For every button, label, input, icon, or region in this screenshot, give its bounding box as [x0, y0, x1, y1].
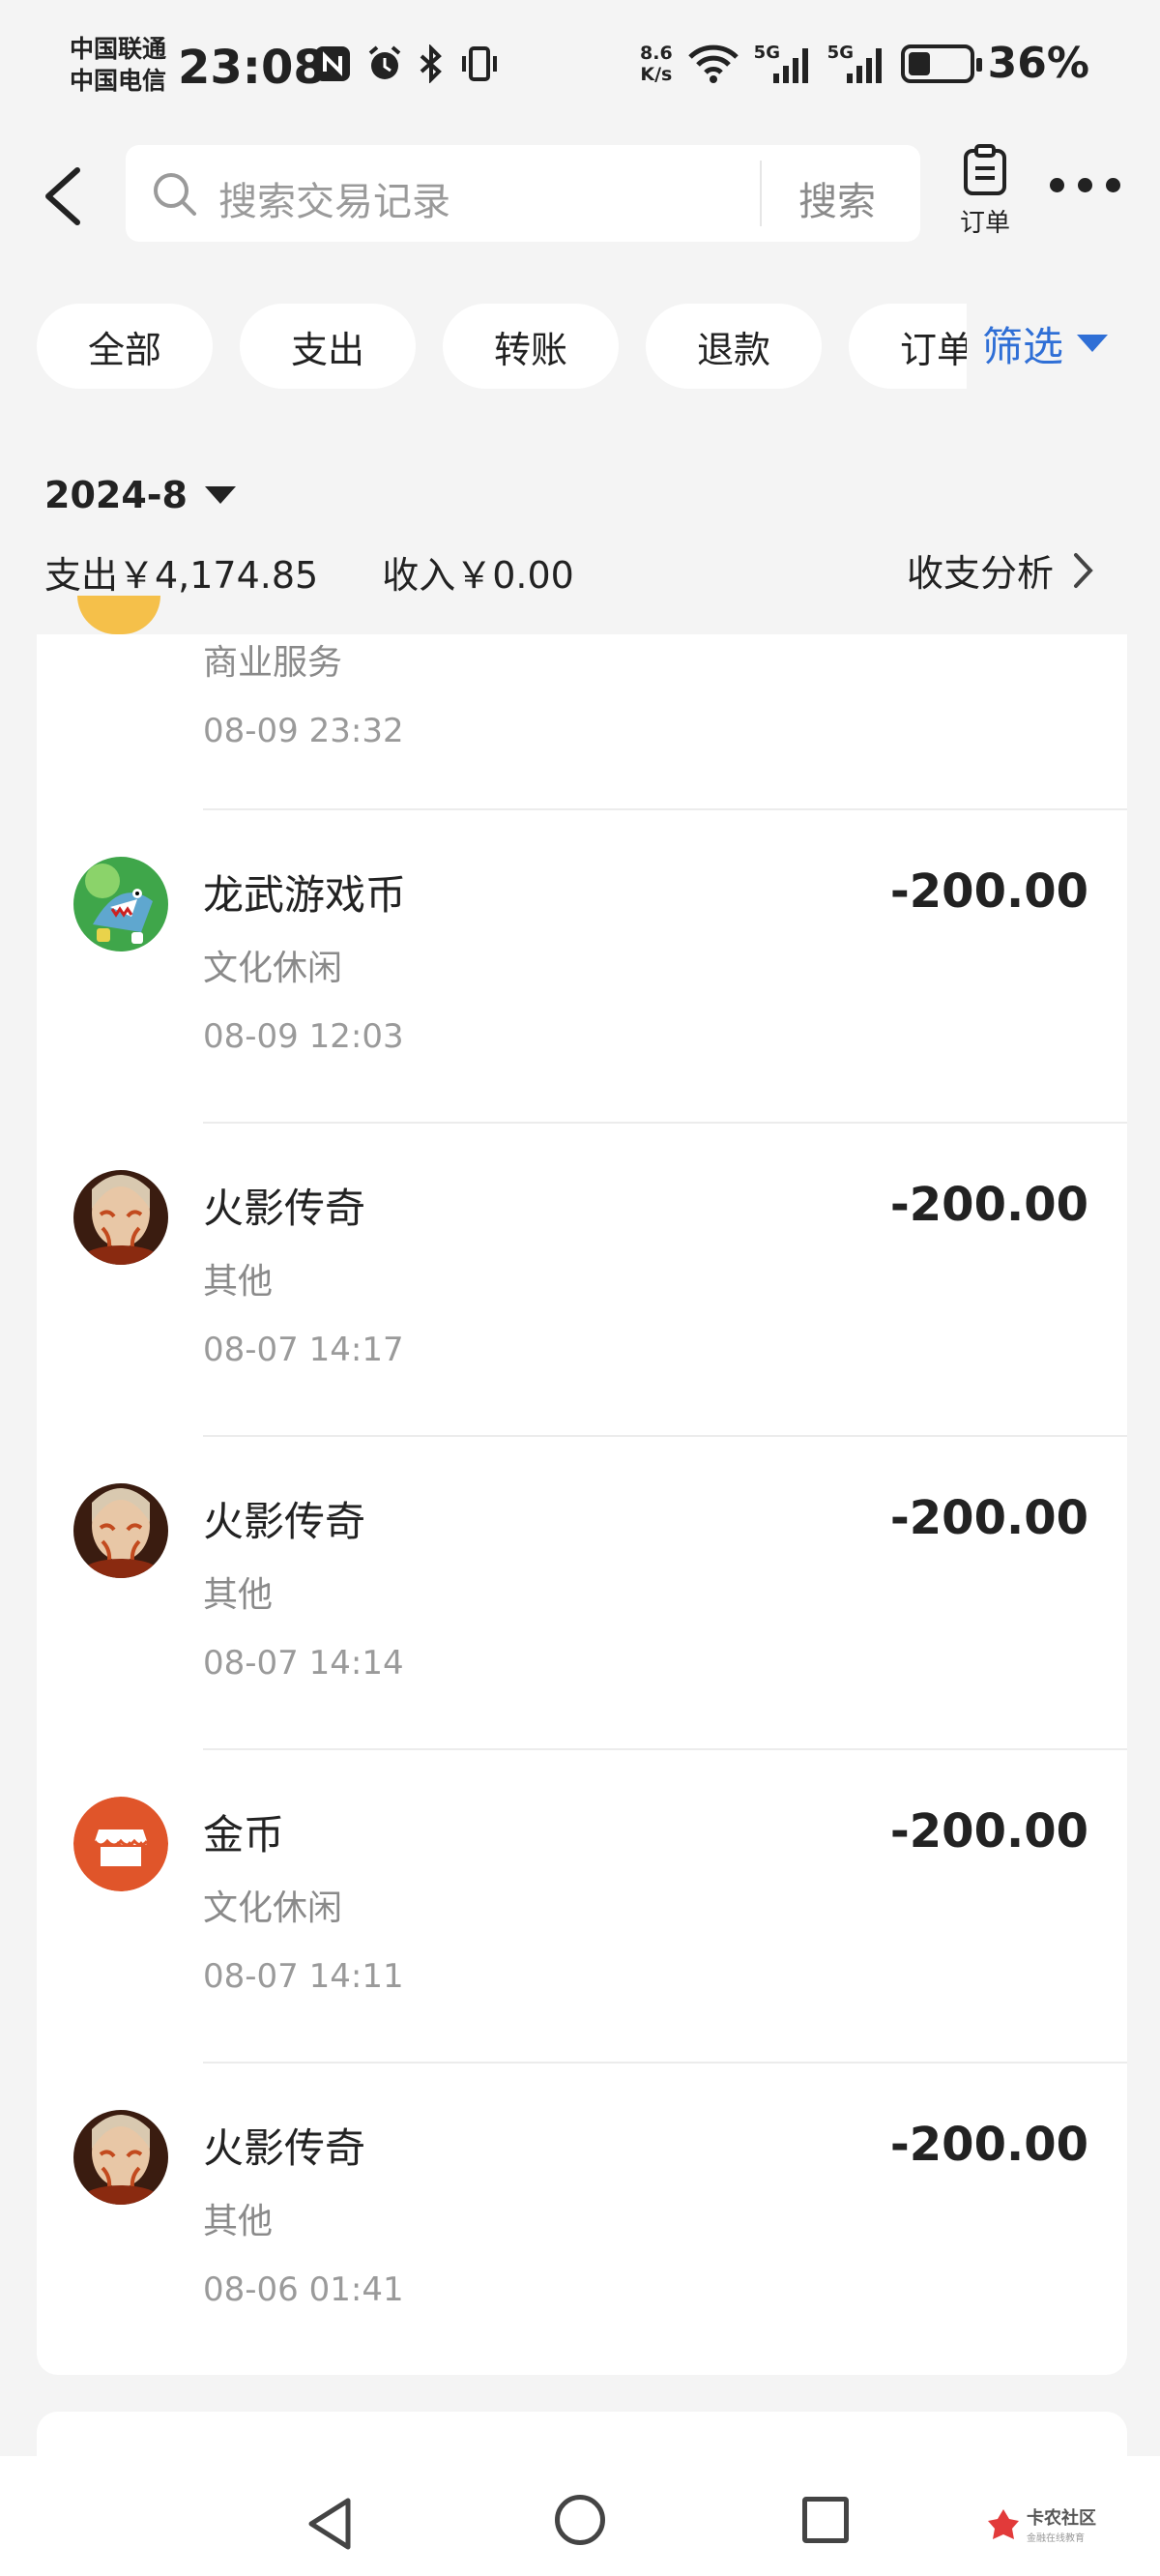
row-divider	[203, 1748, 1127, 1750]
transaction-title: 火影传奇	[203, 2124, 366, 2172]
transaction-time: 08-07 14:11	[203, 1957, 404, 1996]
status-bar: 中国联通 中国电信 23:08 8.6 K/s 5G 5G 36%	[0, 0, 1160, 135]
search-icon	[154, 173, 196, 216]
vibrate-icon	[462, 46, 497, 81]
status-right: 8.6 K/s 5G 5G 36%	[640, 39, 1089, 88]
carrier-info: 中国联通 中国电信	[70, 33, 166, 97]
transaction-title: 火影传奇	[203, 1498, 366, 1545]
transaction-category: 文化休闲	[203, 1888, 343, 1928]
signal-1: 5G	[754, 43, 814, 85]
list-item[interactable]: 火影传奇 其他 08-06 01:41 -200.00	[37, 2062, 1127, 2375]
month-selector[interactable]: 2024-8	[44, 474, 236, 516]
orders-button[interactable]: 订单	[951, 143, 1019, 239]
transaction-time: 08-07 14:14	[203, 1644, 404, 1683]
transaction-amount: -200.00	[889, 1491, 1088, 1545]
transaction-category: 其他	[203, 1262, 274, 1302]
chip-orders[interactable]: 订单	[849, 304, 984, 389]
list-item[interactable]: 火影传奇 其他 08-07 14:17 -200.00	[37, 1122, 1127, 1435]
orders-label: 订单	[959, 209, 1010, 238]
chip-all[interactable]: 全部	[37, 304, 213, 389]
more-options-icon[interactable]	[1050, 178, 1127, 207]
watermark-name: 卡农社区	[1027, 2508, 1096, 2529]
filter-chips: 全部 支出 转账 退款 订单	[37, 304, 984, 393]
row-divider	[203, 808, 1127, 810]
analysis-label: 收支分析	[907, 552, 1055, 595]
month-summary: 支出￥4,174.85 收入￥0.00	[44, 545, 574, 599]
transaction-time: 08-06 01:41	[203, 2270, 404, 2309]
transaction-amount: -200.00	[889, 2118, 1088, 2172]
nav-recent-apps-icon[interactable]	[802, 2497, 849, 2543]
income-total: 收入￥0.00	[382, 554, 574, 597]
expense-total: 支出￥4,174.85	[44, 554, 319, 597]
chip-refund[interactable]: 退款	[646, 304, 822, 389]
transaction-title: 金币	[203, 1811, 285, 1859]
list-item[interactable]: 火影传奇 其他 08-07 14:14 -200.00	[37, 1435, 1127, 1748]
status-icons	[313, 44, 501, 83]
back-icon[interactable]	[35, 162, 93, 230]
clock: 23:08	[178, 41, 326, 95]
shop-avatar	[73, 1797, 168, 1891]
search-divider	[760, 161, 762, 226]
character-avatar	[73, 1170, 168, 1265]
transaction-amount: -200.00	[889, 1804, 1088, 1859]
battery-percent: 36%	[987, 39, 1089, 88]
avatar	[77, 596, 160, 634]
chip-expense[interactable]: 支出	[240, 304, 416, 389]
character-avatar	[73, 1483, 168, 1578]
carrier-1: 中国联通	[70, 35, 167, 63]
list-item[interactable]: 龙武游戏币 文化休闲 08-09 12:03 -200.00	[37, 808, 1127, 1122]
net-speed: 8.6 K/s	[640, 43, 673, 85]
chip-transfer[interactable]: 转账	[443, 304, 619, 389]
search-bar[interactable]: 搜索交易记录 搜索	[126, 145, 920, 242]
alarm-icon	[368, 45, 401, 79]
month-label: 2024-8	[44, 474, 188, 516]
list-item[interactable]: 商业服务 08-09 23:32	[37, 634, 1127, 808]
transaction-category: 商业服务	[203, 643, 343, 683]
row-divider	[203, 1435, 1127, 1437]
signal-bars-icon	[846, 47, 882, 83]
transaction-category: 其他	[203, 2202, 274, 2241]
watermark-icon	[988, 2508, 1019, 2539]
clipboard-icon	[964, 144, 1006, 195]
nav-home-icon[interactable]	[555, 2495, 605, 2545]
nfc-icon	[315, 46, 350, 81]
signal-bars-icon	[772, 47, 808, 83]
dropdown-arrow-icon	[204, 486, 236, 504]
search-input[interactable]: 搜索交易记录	[218, 170, 450, 226]
transaction-amount: -200.00	[889, 1178, 1088, 1232]
game-shark-avatar	[73, 857, 168, 951]
speed-unit: K/s	[640, 63, 673, 85]
transaction-amount: -200.00	[889, 864, 1088, 919]
battery-fill	[908, 51, 930, 75]
battery-icon	[900, 44, 982, 83]
list-item[interactable]: 金币 文化休闲 08-07 14:11 -200.00	[37, 1748, 1127, 2062]
chevron-right-icon	[1074, 552, 1093, 588]
character-avatar	[73, 2110, 168, 2205]
watermark-logo: 卡农社区 金融在线教育	[986, 2504, 1096, 2544]
transaction-category: 文化休闲	[203, 949, 343, 988]
nav-back-icon[interactable]	[305, 2497, 354, 2551]
signal-2: 5G	[827, 43, 887, 85]
transaction-time: 08-09 23:32	[203, 712, 404, 750]
filter-button[interactable]: 筛选	[967, 290, 1141, 396]
speed-value: 8.6	[640, 42, 673, 64]
transaction-category: 其他	[203, 1575, 274, 1615]
filter-label: 筛选	[982, 322, 1064, 370]
transaction-time: 08-07 14:17	[203, 1331, 404, 1369]
bluetooth-icon	[420, 44, 442, 83]
row-divider	[203, 2062, 1127, 2064]
transaction-title: 火影传奇	[203, 1185, 366, 1232]
transaction-time: 08-09 12:03	[203, 1017, 404, 1056]
dropdown-arrow-icon	[1077, 335, 1109, 352]
carrier-2: 中国电信	[70, 67, 167, 95]
watermark-sub: 金融在线教育	[1027, 2533, 1085, 2544]
wifi-icon	[687, 44, 739, 83]
analysis-link[interactable]: 收支分析	[907, 543, 1094, 597]
transaction-title: 龙武游戏币	[203, 871, 407, 919]
search-button[interactable]: 搜索	[798, 170, 876, 226]
row-divider	[203, 1122, 1127, 1124]
